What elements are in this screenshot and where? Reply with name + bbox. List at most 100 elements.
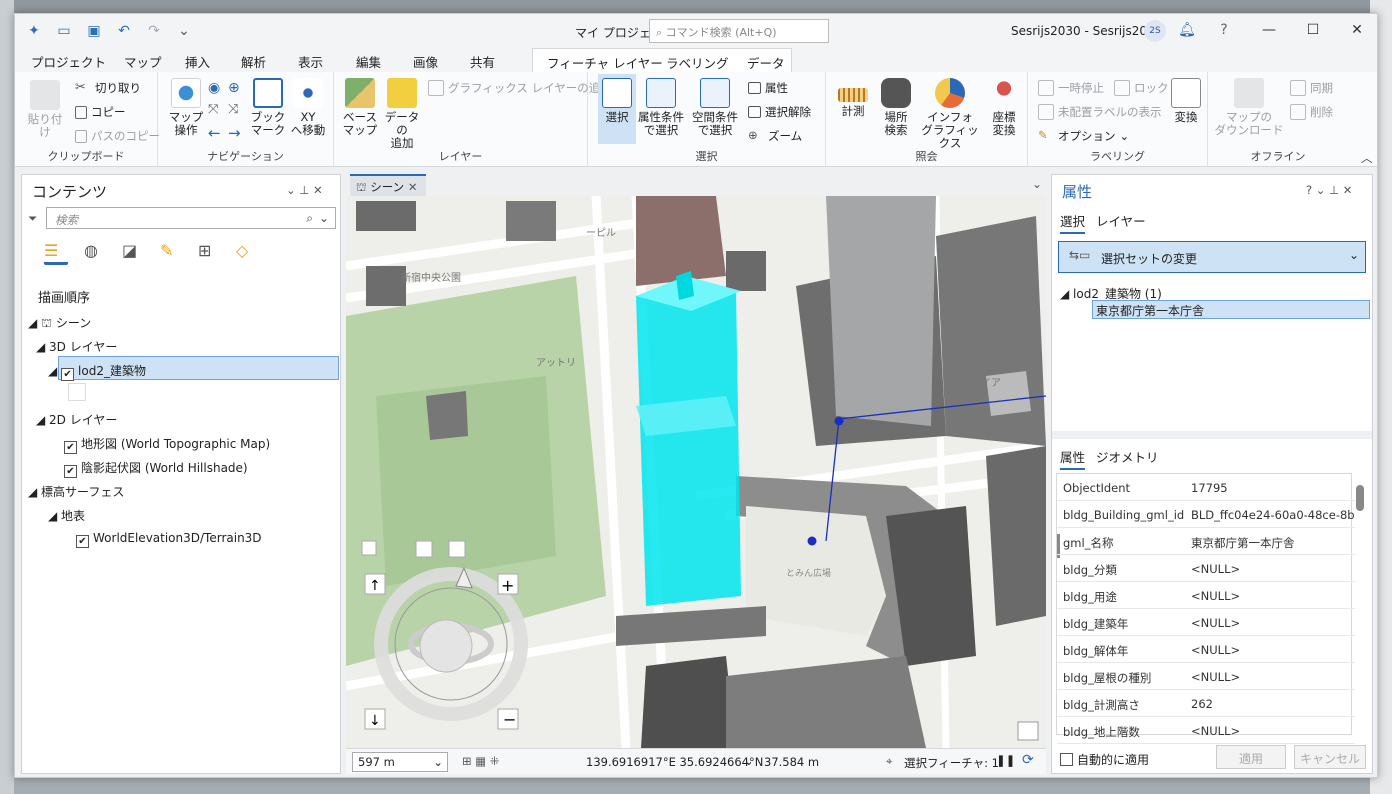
copy-button[interactable]: コピー [75, 104, 126, 120]
layers-2d-node[interactable]: ◢ 2D レイヤー [36, 411, 117, 428]
tab-select[interactable]: 選択 [1060, 211, 1086, 234]
sync-button[interactable]: 同期 [1290, 80, 1333, 96]
layers-3d-node[interactable]: ◢ 3D レイヤー [36, 338, 117, 355]
minimize-icon[interactable]: — [1259, 20, 1279, 40]
attribute-field-value[interactable]: <NULL> [1191, 643, 1355, 657]
attribute-field-value[interactable]: 東京都庁第一本庁舎 [1191, 535, 1355, 551]
elevation-surfaces-node[interactable]: ◢ 標高サーフェス [28, 483, 124, 500]
layer-topo-checkbox[interactable]: ✔ [64, 441, 77, 454]
apply-button[interactable]: 適用 [1216, 745, 1286, 769]
attribute-row[interactable]: ObjectIdent 17795 [1057, 474, 1355, 501]
cancel-button[interactable]: キャンセル [1294, 745, 1366, 769]
maximize-icon[interactable]: ☐ [1303, 20, 1323, 40]
remove-button[interactable]: 削除 [1290, 104, 1333, 120]
paste-button[interactable]: 貼り付け [23, 80, 67, 139]
measure-button[interactable]: 計測 [836, 78, 870, 118]
labeling-icon[interactable]: ◇ [236, 241, 258, 263]
attributes-button[interactable]: 属性 [748, 80, 788, 96]
navigator-globe[interactable] [419, 619, 473, 673]
tab-imagery[interactable]: 画像 [413, 52, 438, 71]
tab-layer[interactable]: レイヤー [1096, 211, 1146, 230]
open-icon[interactable]: ▭ [55, 23, 73, 39]
zoom-to-selection-button[interactable]: ⊕ ズーム [748, 128, 802, 144]
zoom-layer-icon[interactable]: ⊕ [228, 80, 240, 96]
undo-icon[interactable]: ↶ [115, 23, 133, 39]
next-extent-icon[interactable]: → [228, 124, 241, 142]
attribute-row[interactable]: bldg_建築年 <NULL> [1057, 609, 1355, 636]
selected-feature-row[interactable]: 東京都庁第一本庁舎 [1092, 300, 1370, 319]
clear-selection-button[interactable]: 選択解除 [748, 104, 811, 120]
attribute-field-value[interactable]: 262 [1191, 697, 1355, 711]
previous-extent-icon[interactable]: ← [208, 124, 221, 142]
scene-tab[interactable]: ⛫ シーン ✕ [350, 174, 426, 196]
tab-project[interactable]: プロジェクト [31, 52, 106, 71]
chevron-down-icon[interactable]: ⌄ [1032, 177, 1042, 191]
attribute-row[interactable]: bldg_屋根の種別 <NULL> [1057, 663, 1355, 690]
tab-share[interactable]: 共有 [470, 52, 495, 71]
layer-terrain-checkbox[interactable]: ✔ [76, 535, 89, 548]
data-source-icon[interactable]: ◍ [84, 241, 106, 263]
auto-apply-checkbox[interactable]: 自動的に適用 [1060, 751, 1149, 768]
selected-building-tower[interactable] [636, 291, 741, 606]
bell-icon[interactable]: 🔔︎ [1177, 20, 1197, 40]
select-by-attributes-button[interactable]: 属性条件 で選択 [638, 78, 684, 137]
infographics-button[interactable]: インフォ グラフィックス [920, 78, 980, 150]
contents-search-input[interactable]: 検索 ⌕ ⌄ [46, 207, 336, 229]
selected-building-spire[interactable] [676, 271, 694, 300]
copy-path-button[interactable]: パスのコピー [75, 128, 160, 144]
layer-hillshade[interactable]: ✔ 陰影起伏図 (World Hillshade) [64, 459, 248, 478]
lock-labels-button[interactable]: ロック [1114, 80, 1169, 96]
pause-drawing-icon[interactable]: ❚❚ [996, 753, 1015, 767]
label-options-button[interactable]: ✎ オプション ⌄ [1038, 128, 1129, 144]
download-map-button[interactable]: マップの ダウンロード [1214, 78, 1284, 137]
tab-feature-layer[interactable]: フィーチャ レイヤー [547, 53, 663, 72]
auto-apply-box[interactable] [1060, 753, 1073, 766]
locate-button[interactable]: 場所 検索 [876, 78, 916, 137]
attribute-row[interactable]: bldg_分類 <NULL> [1057, 555, 1355, 582]
layer-topo[interactable]: ✔ 地形図 (World Topographic Map) [64, 435, 270, 454]
tab-view[interactable]: 表示 [298, 52, 323, 71]
cut-button[interactable]: ✂ 切り取り [75, 80, 141, 96]
full-extent-icon[interactable]: ◉ [208, 80, 220, 96]
navigator-menu-button[interactable] [361, 540, 377, 556]
attribute-row[interactable]: bldg_用途 <NULL> [1057, 582, 1355, 609]
customize-icon[interactable]: ⌄ [175, 23, 193, 39]
attribute-field-value[interactable]: <NULL> [1191, 670, 1355, 684]
redo-icon[interactable]: ↷ [145, 23, 163, 39]
close-icon[interactable]: ✕ [1347, 20, 1367, 40]
snapping-icon[interactable]: ⊞ [198, 241, 220, 263]
show-unplaced-labels-button[interactable]: 未配置ラベルの表示 [1038, 104, 1162, 120]
convert-coordinates-button[interactable]: 座標 変換 [984, 78, 1024, 137]
tab-insert[interactable]: 挿入 [185, 52, 210, 71]
attribute-row[interactable]: bldg_解体年 <NULL> [1057, 636, 1355, 663]
filter-icon[interactable]: ⏷ [28, 211, 37, 226]
selected-features-count[interactable]: 選択フィーチャ: 1 [904, 755, 999, 771]
pause-labels-button[interactable]: 一時停止 [1038, 80, 1104, 96]
attribute-field-value[interactable]: <NULL> [1191, 589, 1355, 603]
scale-dropdown[interactable]: 597 m ⌄ [352, 752, 448, 772]
collapse-ribbon-icon[interactable]: ︿ [1361, 150, 1373, 166]
attribute-field-value[interactable]: <NULL> [1191, 562, 1355, 576]
layer-lod2-checkbox[interactable]: ✔ [61, 368, 75, 381]
convert-labels-button[interactable]: 変換 [1168, 78, 1204, 124]
chevron-down-icon[interactable]: ⌄ [744, 754, 754, 768]
first-person-icon[interactable] [448, 540, 466, 558]
change-selection-set-dropdown[interactable]: ⇆▭ 選択セットの変更 ⌄ [1058, 241, 1366, 273]
attribute-field-value[interactable]: <NULL> [1191, 724, 1355, 738]
go-to-xy-button[interactable]: XY へ移動 [288, 78, 328, 137]
full-extent-nav-icon[interactable] [415, 540, 433, 558]
basemap-button[interactable]: ベース マップ [340, 78, 380, 137]
help-icon[interactable]: ? [1214, 20, 1234, 40]
attribute-row[interactable]: bldg_Building_gml_id BLD_ffc04e24-60a0-48… [1057, 501, 1355, 528]
ground-node[interactable]: ◢ 地表 [48, 507, 85, 524]
attribute-field-value[interactable]: <NULL> [1191, 616, 1355, 630]
attribute-field-value[interactable]: BLD_ffc04e24-60a0-48ce-8b20- [1191, 508, 1355, 522]
select-button[interactable]: 選択 [598, 74, 636, 144]
user-name[interactable]: Sesrijs2030 - Sesrijs2030 [1011, 24, 1162, 38]
layer-lod2[interactable]: ◢ ✔ lod2_建築物 [48, 362, 146, 381]
add-graphics-layer-button[interactable]: グラフィックス レイヤーの追加 [428, 80, 612, 96]
tab-data[interactable]: データ [747, 53, 785, 72]
new-project-icon[interactable]: ✦ [25, 23, 43, 39]
notes-icon[interactable] [1017, 721, 1039, 741]
scene-node[interactable]: ◢ ⛫ シーン [28, 314, 91, 332]
